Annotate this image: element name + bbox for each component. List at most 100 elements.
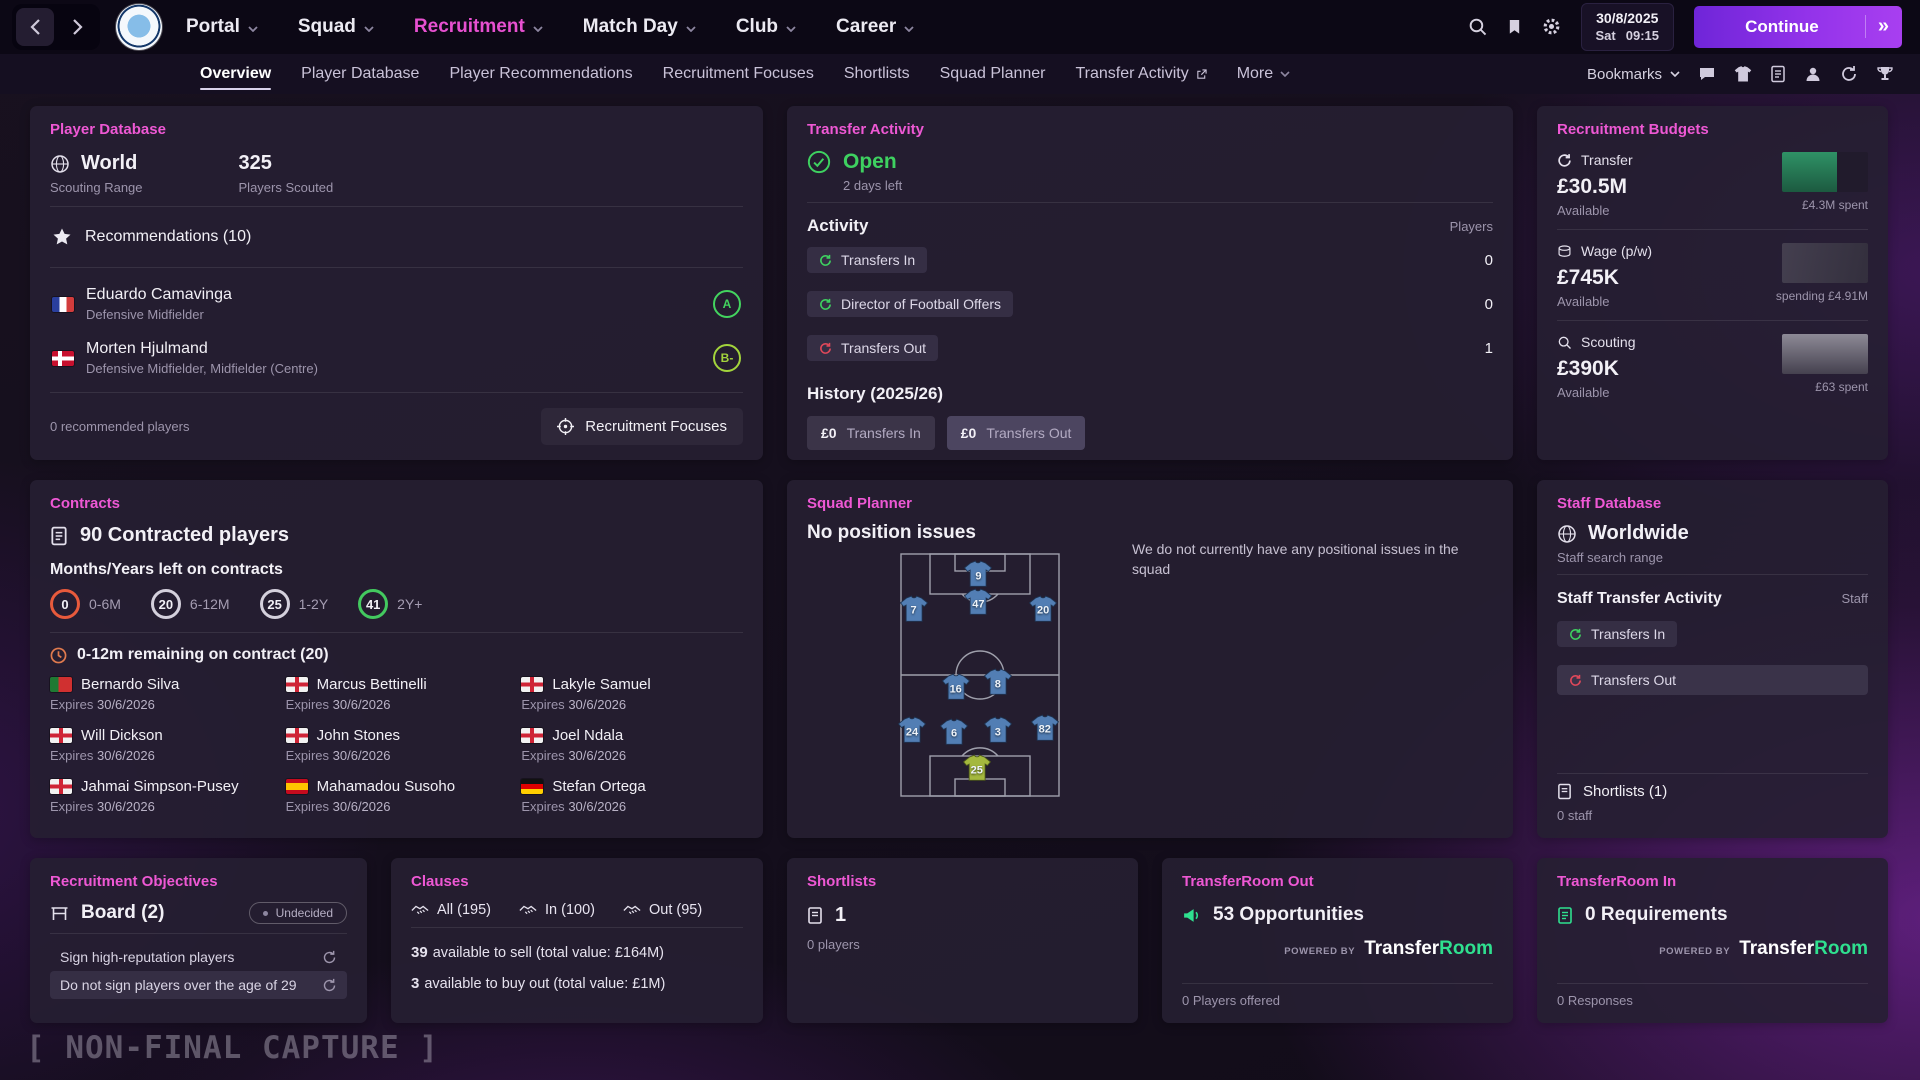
squad-shirt[interactable]: 7	[899, 595, 929, 622]
clause-sell-line[interactable]: 39available to sell (total value: £164M)	[411, 944, 743, 961]
chat-icon[interactable]	[1698, 65, 1716, 83]
contract-player[interactable]: Bernardo SilvaExpires 30/6/2026	[50, 676, 272, 712]
shortlists-count[interactable]: 1	[807, 904, 1118, 927]
squad-shirt[interactable]: 20	[1028, 595, 1058, 622]
squad-shirt[interactable]: 8	[983, 669, 1013, 696]
divider	[50, 632, 743, 633]
clauses-filter-out[interactable]: Out (95)	[623, 902, 702, 918]
squad-shirt[interactable]: 82	[1030, 714, 1060, 741]
handshake-icon	[519, 904, 537, 917]
contract-band-0-6m[interactable]: 00-6M	[50, 589, 121, 619]
contract-player[interactable]: John StonesExpires 30/6/2026	[286, 727, 508, 763]
back-button[interactable]	[16, 8, 54, 46]
contract-player[interactable]: Lakyle SamuelExpires 30/6/2026	[521, 676, 743, 712]
staff-transfers-in-link[interactable]: Transfers In	[1557, 621, 1677, 647]
bookmark-icon[interactable]	[1507, 18, 1522, 36]
staff-transfers-out-link[interactable]: Transfers Out	[1557, 665, 1868, 695]
squad-shirt[interactable]: 24	[897, 717, 927, 744]
wage-spend-chart	[1782, 243, 1868, 283]
player-database-card: Player Database World Scouting Range 325…	[30, 106, 763, 460]
players-scouted[interactable]: 325 Players Scouted	[239, 152, 334, 195]
scouting-budget[interactable]: Scouting £390K Available £63 spent	[1557, 330, 1868, 402]
squad-shirt[interactable]: 9	[963, 561, 993, 588]
sync-icon[interactable]	[1840, 65, 1858, 83]
scouting-range[interactable]: World Scouting Range	[50, 152, 143, 195]
tab-shortlists[interactable]: Shortlists	[844, 54, 910, 94]
subnav: Overview Player Database Player Recommen…	[0, 54, 1920, 94]
nav-match-day[interactable]: Match Day	[583, 16, 696, 38]
contract-band-1-2y[interactable]: 251-2Y	[260, 589, 329, 619]
clause-buyout-line[interactable]: 3available to buy out (total value: £1M)	[411, 975, 743, 992]
objective-row[interactable]: Do not sign players over the age of 29	[50, 971, 347, 999]
staff-shortlists-link[interactable]: Shortlists (1)	[1557, 783, 1868, 800]
bookmarks-dropdown[interactable]: Bookmarks	[1587, 66, 1680, 83]
recommended-player-row[interactable]: Morten HjulmandDefensive Midfielder, Mid…	[50, 331, 743, 385]
contract-band-2y-plus[interactable]: 412Y+	[358, 589, 422, 619]
nav-career[interactable]: Career	[836, 16, 914, 38]
tab-recruitment-focuses[interactable]: Recruitment Focuses	[663, 54, 814, 94]
transfer-budget[interactable]: Transfer £30.5M Available £4.3M spent	[1557, 148, 1868, 220]
chevron-down-icon	[786, 26, 796, 32]
transfer-activity-card: Transfer Activity Open 2 days left Activ…	[787, 106, 1513, 460]
transfers-out-link[interactable]: Transfers Out	[807, 335, 938, 361]
date-display[interactable]: 30/8/2025 Sat09:15	[1581, 3, 1674, 50]
card-title: TransferRoom Out	[1182, 873, 1493, 890]
tab-transfer-activity[interactable]: Transfer Activity	[1075, 54, 1206, 94]
board-objectives[interactable]: Board (2) Undecided	[50, 902, 347, 924]
tab-overview[interactable]: Overview	[200, 54, 271, 94]
tab-player-database[interactable]: Player Database	[301, 54, 419, 94]
search-icon[interactable]	[1468, 17, 1487, 36]
recommended-player-row[interactable]: Eduardo CamavingaDefensive Midfielder A	[50, 277, 743, 331]
kit-icon[interactable]	[1734, 65, 1752, 83]
recruitment-budgets-card: Recruitment Budgets Transfer £30.5M Avai…	[1537, 106, 1888, 460]
tab-more[interactable]: More	[1237, 54, 1290, 94]
contract-player[interactable]: Stefan OrtegaExpires 30/6/2026	[521, 778, 743, 814]
nav-squad[interactable]: Squad	[298, 16, 374, 38]
forward-button[interactable]	[58, 8, 96, 46]
nav-recruitment[interactable]: Recruitment	[414, 16, 543, 38]
squad-shirt[interactable]: 16	[941, 674, 971, 701]
squad-shirt[interactable]: 47	[963, 589, 993, 616]
continue-button[interactable]: Continue »	[1694, 6, 1902, 48]
clauses-filter-all[interactable]: All (195)	[411, 902, 491, 918]
tab-player-recommendations[interactable]: Player Recommendations	[449, 54, 632, 94]
contract-player[interactable]: Jahmai Simpson-PuseyExpires 30/6/2026	[50, 778, 272, 814]
recommendations-link[interactable]: Recommendations (10)	[50, 216, 743, 258]
wage-budget-icon	[1557, 244, 1572, 259]
opportunities-count[interactable]: 53 Opportunities	[1182, 904, 1493, 926]
wage-budget[interactable]: Wage (p/w) £745K Available spending £4.9…	[1557, 239, 1868, 311]
objective-row[interactable]: Sign high-reputation players	[50, 943, 347, 971]
contract-player[interactable]: Marcus BettinelliExpires 30/6/2026	[286, 676, 508, 712]
squad-shirt-goalkeeper[interactable]: 25	[962, 755, 992, 782]
dof-offers-link[interactable]: Director of Football Offers	[807, 291, 1013, 317]
clauses-filter-in[interactable]: In (100)	[519, 902, 595, 918]
recruitment-focuses-button[interactable]: Recruitment Focuses	[541, 408, 743, 445]
recurring-icon[interactable]	[322, 950, 337, 965]
contract-player[interactable]: Joel NdalaExpires 30/6/2026	[521, 727, 743, 763]
contract-player[interactable]: Will DicksonExpires 30/6/2026	[50, 727, 272, 763]
staff-search-range[interactable]: Worldwide Staff search range	[1557, 522, 1868, 565]
recurring-icon[interactable]	[322, 978, 337, 993]
staff-activity-header: Staff Transfer Activity	[1557, 590, 1722, 608]
shortlist-icon	[1557, 783, 1572, 800]
requirements-count[interactable]: 0 Requirements	[1557, 904, 1868, 926]
contracted-players[interactable]: 90 Contracted players	[50, 524, 743, 547]
transferroom-logo: TransferRoom	[1364, 938, 1493, 960]
news-icon[interactable]	[1770, 65, 1786, 83]
topbar: Portal Squad Recruitment Match Day Club …	[0, 0, 1920, 54]
divider	[807, 202, 1493, 203]
history-transfers-out-button[interactable]: £0Transfers Out	[947, 416, 1086, 450]
trophy-icon[interactable]	[1876, 65, 1894, 83]
gear-icon[interactable]	[1542, 17, 1561, 36]
squad-shirt[interactable]: 6	[939, 718, 969, 745]
tab-squad-planner[interactable]: Squad Planner	[940, 54, 1046, 94]
history-transfers-in-button[interactable]: £0Transfers In	[807, 416, 935, 450]
nav-portal[interactable]: Portal	[186, 16, 258, 38]
contract-band-6-12m[interactable]: 206-12M	[151, 589, 230, 619]
nav-club[interactable]: Club	[736, 16, 796, 38]
squad-shirt[interactable]: 3	[983, 717, 1013, 744]
club-badge[interactable]	[116, 4, 162, 50]
agents-icon[interactable]	[1804, 65, 1822, 83]
transfers-in-link[interactable]: Transfers In	[807, 247, 927, 273]
contract-player[interactable]: Mahamadou SusohoExpires 30/6/2026	[286, 778, 508, 814]
